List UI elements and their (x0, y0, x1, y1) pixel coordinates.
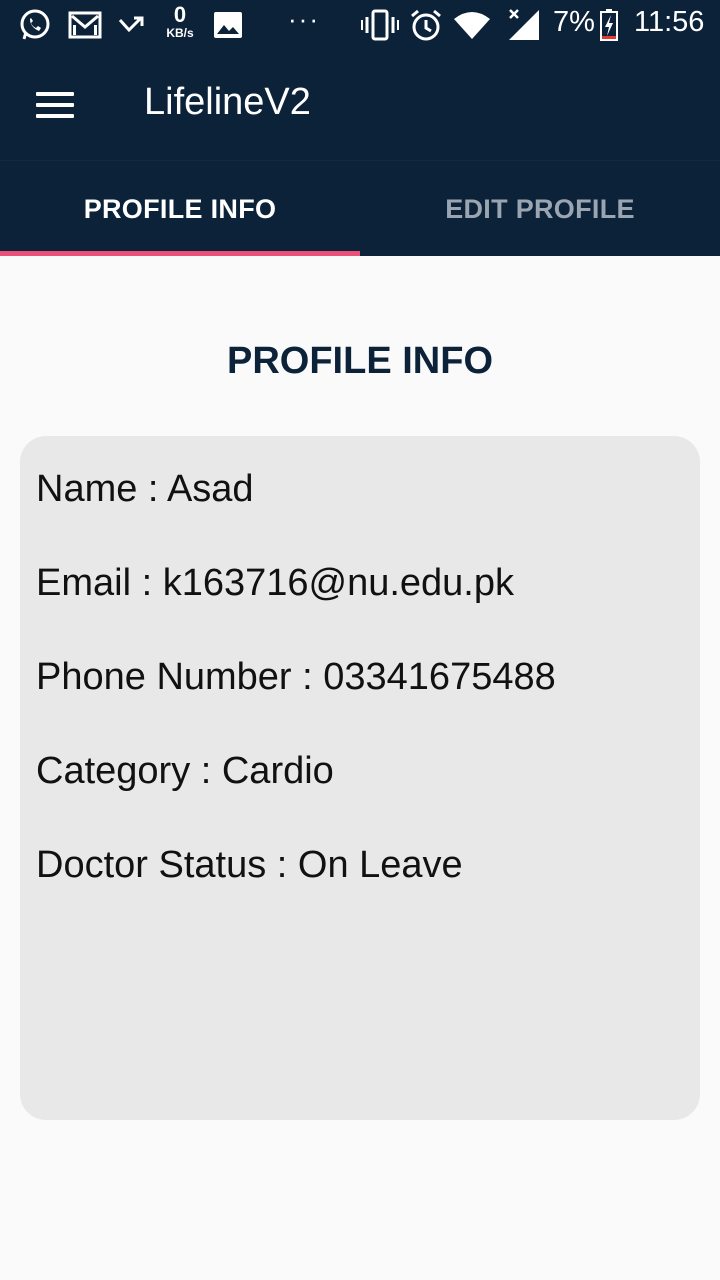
hamburger-menu-icon[interactable] (30, 83, 82, 127)
app-title: LifelineV2 (144, 81, 311, 123)
missed-call-icon (116, 8, 146, 42)
profile-name: Name : Asad (36, 468, 254, 510)
profile-category: Category : Cardio (36, 750, 334, 792)
battery-icon (598, 8, 620, 42)
signal-icon (504, 8, 544, 42)
data-speed-indicator: 0 KB/s (160, 2, 200, 40)
tab-edit-profile[interactable]: EDIT PROFILE (360, 161, 720, 257)
status-bar: 0 KB/s ··· 7% 11:56 (0, 0, 720, 50)
active-tab-indicator (0, 251, 360, 256)
app-bar: LifelineV2 (0, 50, 720, 160)
gallery-icon (212, 8, 244, 42)
more-notifications-icon: ··· (288, 4, 320, 34)
tab-profile-info[interactable]: PROFILE INFO (0, 161, 360, 257)
gmail-icon (66, 8, 104, 42)
clock-time: 11:56 (634, 6, 705, 38)
data-speed-value: 0 (173, 2, 187, 27)
profile-email: Email : k163716@nu.edu.pk (36, 562, 514, 604)
profile-card: Name : Asad Email : k163716@nu.edu.pk Ph… (20, 436, 700, 1120)
whatsapp-icon (16, 8, 54, 42)
page-title: PROFILE INFO (227, 340, 493, 382)
alarm-icon (408, 8, 444, 42)
profile-phone: Phone Number : 03341675488 (36, 656, 556, 698)
profile-doctor-status: Doctor Status : On Leave (36, 844, 463, 886)
wifi-icon (452, 8, 492, 42)
battery-percent: 7% (553, 6, 595, 38)
vibrate-icon (360, 8, 400, 42)
data-speed-unit: KB/s (166, 26, 194, 40)
tab-bar: PROFILE INFO EDIT PROFILE (0, 160, 720, 256)
